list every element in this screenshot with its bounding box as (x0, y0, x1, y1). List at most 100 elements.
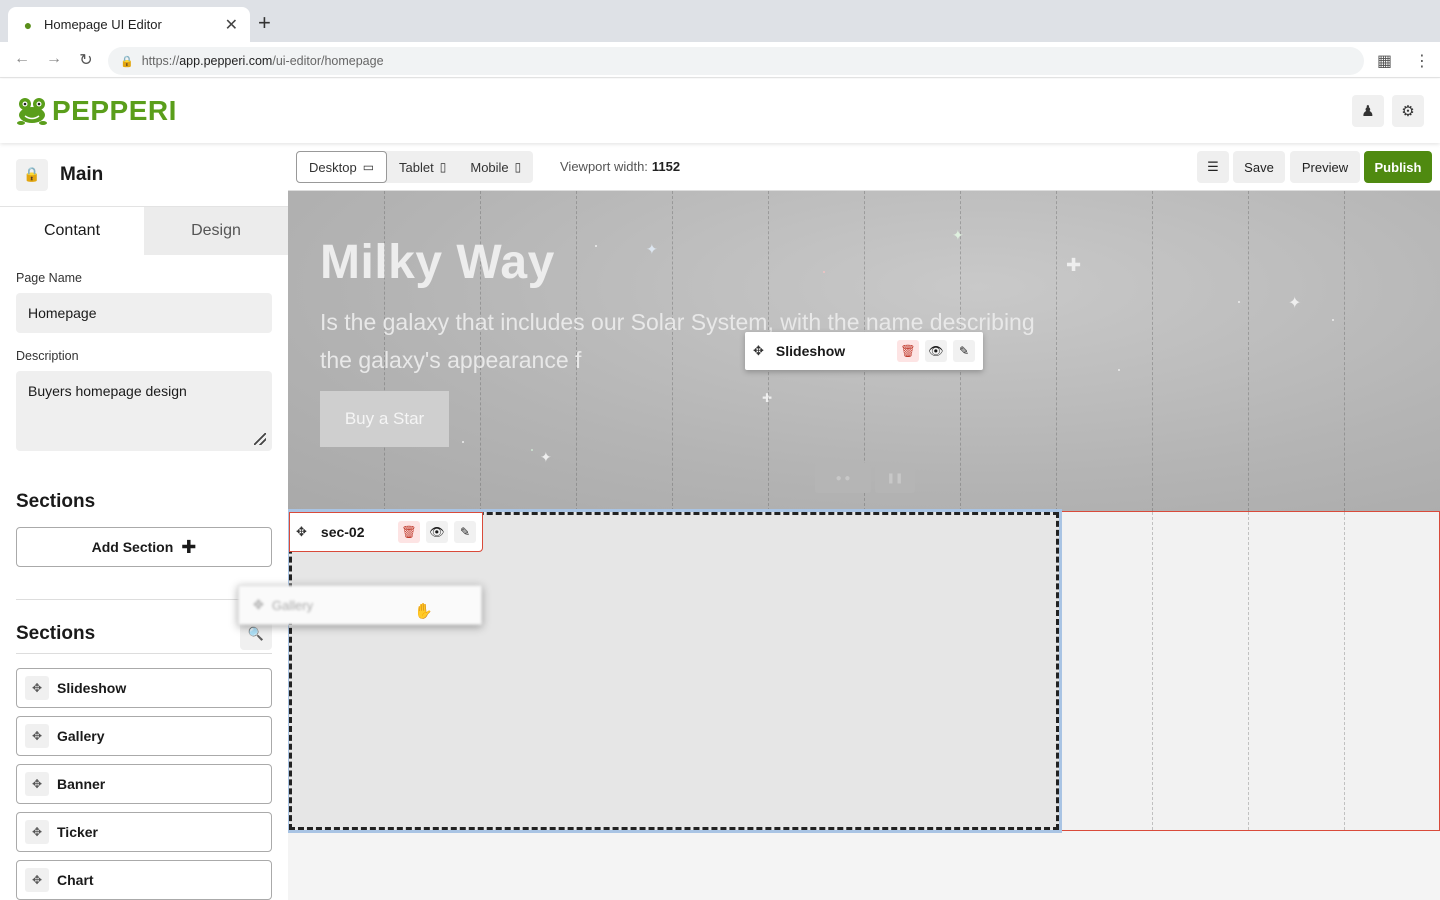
star-dot (1118, 369, 1120, 371)
plus-icon: ✚ (181, 536, 197, 557)
description-value: Buyers homepage design (28, 383, 187, 399)
preview-button[interactable]: Preview (1290, 151, 1360, 183)
profile-badge-icon[interactable]: ▦ (1377, 51, 1392, 71)
block-item-label: Gallery (57, 728, 105, 744)
browser-toolbar: ← → ↻ 🔒 https://app.pepperi.com/ui-edito… (0, 42, 1440, 78)
editor-toolbar: Desktop ▭ Tablet ▯ Mobile ▯ Viewport wid… (288, 143, 1440, 191)
page-name-label: Page Name (16, 271, 83, 285)
lock-icon: 🔒 (120, 55, 134, 68)
grid-line (1248, 191, 1249, 511)
section-label: sec-02 (320, 524, 365, 540)
device-label: Tablet (399, 159, 434, 175)
block-item-banner[interactable]: ✥ Banner (16, 764, 272, 804)
device-tablet-button[interactable]: Tablet ▯ (387, 151, 458, 183)
star-dot (823, 271, 825, 273)
block-item-label: Slideshow (57, 680, 127, 696)
tab-design[interactable]: Design (144, 207, 288, 255)
move-icon[interactable]: ✥ (296, 524, 307, 540)
move-icon: ✥ (25, 820, 49, 844)
grid-line (1344, 191, 1345, 511)
device-label: Desktop (309, 159, 357, 175)
block-item-label: Ticker (57, 824, 98, 840)
move-icon: ✥ (25, 724, 49, 748)
browser-tabstrip: ● Homepage UI Editor ✕ + (0, 0, 1440, 42)
block-item-slideshow[interactable]: ✥ Slideshow (16, 668, 272, 708)
sparkle-icon: ✦ (646, 241, 658, 257)
panel-tabs: Contant Design (0, 207, 288, 255)
sparkle-icon: ✦ (540, 449, 552, 465)
block-item-chart[interactable]: ✥ Chart (16, 860, 272, 900)
back-icon[interactable]: ← (12, 50, 32, 68)
viewport-width: Viewport width: 1152 (560, 159, 680, 174)
user-icon[interactable]: ♟ (1352, 95, 1384, 127)
trash-icon[interactable]: 🗑 (897, 340, 919, 362)
sparkle-icon: ✚ (1066, 255, 1082, 275)
sparkle-icon: ✦ (1288, 295, 1302, 312)
device-mobile-button[interactable]: Mobile ▯ (458, 151, 533, 183)
app-header: PEPPERI ♟ ⚙ (0, 79, 1440, 143)
trash-icon[interactable]: 🗑 (398, 521, 420, 543)
slide-indicators-icon[interactable]: ● ● (815, 463, 871, 493)
browser-tab[interactable]: ● Homepage UI Editor ✕ (8, 7, 250, 42)
grid-line (1248, 512, 1249, 830)
blocks-header: Sections 🔍 (16, 614, 272, 654)
address-bar[interactable]: 🔒 https://app.pepperi.com/ui-editor/home… (108, 47, 1364, 75)
browser-tab-title: Homepage UI Editor (44, 17, 162, 32)
pencil-icon[interactable]: ✎ (454, 521, 476, 543)
lock-button-icon[interactable]: 🔒 (16, 158, 48, 191)
slideshow-controls: ● ● ❚❚ (815, 463, 915, 493)
pepperi-logo[interactable]: PEPPERI (16, 95, 177, 127)
eye-icon[interactable]: 👁 (925, 340, 947, 362)
page-name-input[interactable]: Homepage (16, 293, 272, 333)
add-section-label: Add Section (91, 539, 174, 555)
slideshow-toolbar: ✥ Slideshow 🗑 👁 ✎ (745, 332, 983, 370)
hero-title: Milky Way (320, 236, 555, 289)
device-label: Mobile (470, 159, 509, 175)
grid-line (1152, 191, 1153, 511)
grid-line (1056, 191, 1057, 511)
forward-icon[interactable]: → (44, 50, 64, 68)
editor-canvas: ✦ ✦ ✚ ✦ ✦ ✚ Milky Way Is the galaxy that… (288, 191, 1440, 900)
sparkle-icon: ✦ (952, 227, 964, 243)
resize-handle-icon[interactable] (254, 433, 266, 445)
pencil-icon[interactable]: ✎ (953, 340, 975, 362)
block-item-gallery[interactable]: ✥ Gallery (16, 716, 272, 756)
move-icon: ✥ (25, 772, 49, 796)
section-sec-02[interactable]: ✥ sec-02 🗑 👁 ✎ (288, 509, 1440, 833)
new-tab-icon[interactable]: + (258, 12, 271, 34)
url-prefix: https:// (141, 54, 180, 68)
ghost-label: Gallery (271, 597, 314, 613)
save-button[interactable]: Save (1233, 151, 1285, 183)
device-desktop-button[interactable]: Desktop ▭ (296, 151, 388, 183)
monitor-icon: ▭ (362, 160, 375, 174)
move-icon[interactable]: ✥ (753, 343, 764, 359)
eye-icon[interactable]: 👁 (426, 521, 448, 543)
url-path: /ui-editor/homepage (272, 54, 384, 68)
browser-menu-icon[interactable]: ⋮ (1414, 51, 1430, 71)
block-item-ticker[interactable]: ✥ Ticker (16, 812, 272, 852)
slideshow-label: Slideshow (775, 343, 846, 359)
sections-heading: Sections (16, 491, 96, 512)
publish-button[interactable]: Publish (1364, 151, 1432, 183)
description-textarea[interactable]: Buyers homepage design (16, 371, 272, 451)
slideshow-section[interactable]: ✦ ✦ ✚ ✦ ✦ ✚ Milky Way Is the galaxy that… (288, 191, 1440, 511)
dragging-block-ghost[interactable]: ✥ Gallery (238, 585, 482, 625)
star-dot (1238, 301, 1240, 303)
left-panel: 🔒 Main Contant Design Page Name Homepage… (0, 143, 288, 900)
reload-icon[interactable]: ↻ (76, 50, 96, 70)
block-item-label: Chart (57, 872, 94, 888)
pepperi-favicon-icon: ● (23, 16, 33, 33)
move-icon: ✥ (253, 597, 264, 612)
tab-content[interactable]: Contant (0, 207, 144, 255)
grab-cursor-icon: ✋ (414, 603, 433, 620)
viewport-label: Viewport width: (560, 159, 648, 174)
close-tab-icon[interactable]: ✕ (225, 15, 238, 35)
drop-zone-column[interactable] (288, 509, 1062, 833)
pause-icon[interactable]: ❚❚ (875, 463, 915, 493)
menu-icon[interactable]: ☰ (1197, 151, 1229, 183)
settings-gear-icon[interactable]: ⚙ (1392, 95, 1424, 127)
mobile-icon: ▯ (514, 160, 522, 174)
logo-text: PEPPERI (52, 95, 177, 126)
add-section-button[interactable]: Add Section ✚ (16, 527, 272, 567)
buy-a-star-button[interactable]: Buy a Star (320, 391, 449, 447)
